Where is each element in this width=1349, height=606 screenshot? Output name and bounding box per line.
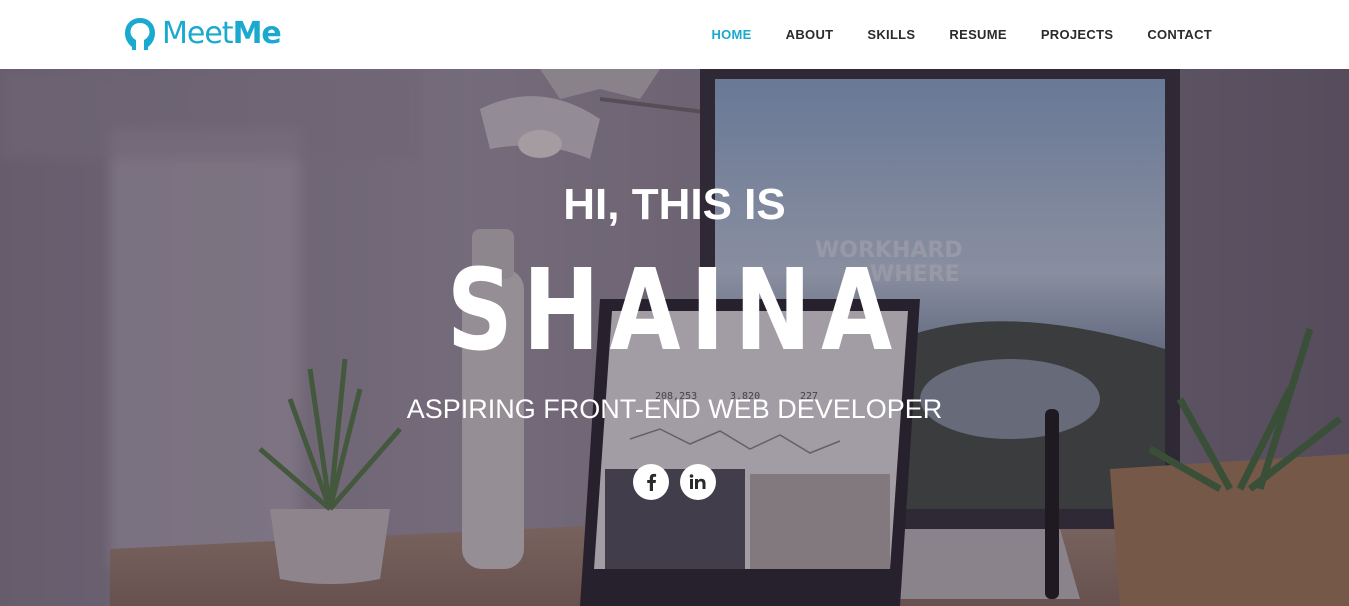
brand-name-bold: Me	[232, 16, 282, 51]
nav-link-about[interactable]: ABOUT	[786, 27, 834, 42]
hero-section: WORKHARD WHERE 208,253 3,820 227 HI, THI…	[0, 69, 1349, 606]
user-head-icon	[125, 18, 155, 50]
nav-link-skills[interactable]: SKILLS	[867, 27, 915, 42]
hero-name: SHAINA	[446, 246, 903, 376]
nav-menu: HOME ABOUT SKILLS RESUME PROJECTS CONTAC…	[677, 0, 1212, 69]
nav-item-home: HOME	[711, 26, 751, 44]
brand-logo[interactable]: MeetMe	[122, 14, 282, 54]
hero-subtitle: ASPIRING FRONT-END WEB DEVELOPER	[406, 394, 943, 424]
navbar: MeetMe HOME ABOUT SKILLS RESUME PROJECTS…	[0, 0, 1349, 69]
nav-link-projects[interactable]: PROJECTS	[1041, 27, 1113, 42]
nav-item-contact: CONTACT	[1147, 26, 1212, 44]
linkedin-icon	[689, 474, 706, 489]
nav-item-skills: SKILLS	[867, 26, 915, 44]
hero-greeting: HI, THIS IS	[563, 180, 786, 229]
facebook-icon	[647, 473, 657, 491]
nav-link-contact[interactable]: CONTACT	[1147, 27, 1212, 42]
nav-link-home[interactable]: HOME	[711, 27, 751, 42]
brand-name-light: Meet	[162, 16, 234, 51]
nav-item-resume: RESUME	[949, 26, 1006, 44]
hero-content: HI, THIS IS SHAINA ASPIRING FRONT-END WE…	[0, 69, 1349, 606]
nav-item-about: ABOUT	[786, 26, 834, 44]
facebook-link[interactable]	[633, 464, 669, 500]
social-links	[633, 464, 727, 500]
nav-link-resume[interactable]: RESUME	[949, 27, 1006, 42]
brand-name: MeetMe	[162, 16, 282, 51]
linkedin-link[interactable]	[680, 464, 716, 500]
nav-item-projects: PROJECTS	[1041, 26, 1113, 44]
